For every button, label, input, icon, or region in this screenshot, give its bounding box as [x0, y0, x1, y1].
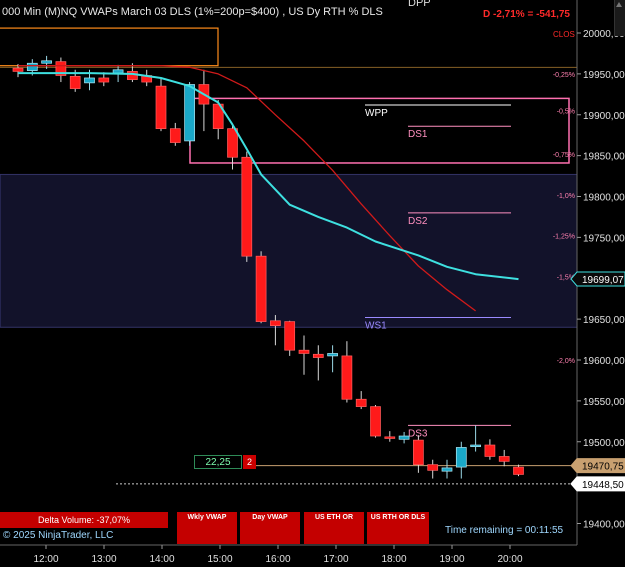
- candle-body: [284, 321, 296, 351]
- candle-body: [384, 436, 396, 439]
- candle-body: [327, 353, 338, 357]
- price-marker-label: 19448,50: [582, 480, 624, 491]
- scroll-up-arrow-icon[interactable]: [616, 2, 622, 7]
- candle-body: [26, 62, 38, 71]
- indicator-badge: 2: [243, 455, 256, 469]
- candle-body: [413, 439, 424, 465]
- close-label: CLOS: [553, 30, 575, 39]
- day-vwap-button[interactable]: Day VWAP: [240, 512, 300, 544]
- time-tick-label: 16:00: [265, 554, 290, 565]
- percent-label: -0,5%: [557, 109, 575, 116]
- copyright-text: © 2025 NinjaTrader, LLC: [3, 530, 114, 541]
- time-remaining: Time remaining = 00:11:55: [445, 525, 564, 536]
- candle-body: [513, 466, 524, 475]
- price-tick-label: 19800,00: [583, 193, 625, 204]
- chart-title: 000 Min (M)NQ VWAPs March 03 DLS (1%=200…: [2, 6, 383, 18]
- delta-volume-label: Delta Volume: -37,07%: [0, 512, 168, 528]
- weekly-vwap-button[interactable]: Wkly VWAP: [177, 512, 237, 544]
- candle-body: [341, 355, 353, 400]
- candle-body: [12, 67, 24, 72]
- candle-body: [127, 71, 138, 80]
- candle-body: [427, 464, 439, 471]
- level-label-ds1: DS1: [408, 129, 428, 140]
- price-tick-label: 19500,00: [583, 438, 625, 449]
- time-tick-label: 15:00: [207, 554, 232, 565]
- price-tick-label: 19950,00: [583, 70, 625, 81]
- candle-body: [355, 398, 367, 407]
- time-tick-label: 17:00: [323, 554, 348, 565]
- time-tick-label: 19:00: [439, 554, 464, 565]
- candle-body: [312, 353, 324, 358]
- time-tick-label: 14:00: [149, 554, 174, 565]
- level-label-ws1: WS1: [365, 320, 387, 331]
- price-tick-label: 19650,00: [583, 315, 625, 326]
- level-label-ds2: DS2: [408, 216, 428, 227]
- time-tick-label: 18:00: [381, 554, 406, 565]
- candle-body: [441, 467, 453, 472]
- daily-pnl: D -2,71% = -541,75: [483, 9, 570, 20]
- candle-body: [84, 77, 95, 84]
- price-tick-label: 19550,00: [583, 397, 625, 408]
- candle-body: [98, 77, 110, 83]
- indicator-value: 22,25: [194, 455, 242, 469]
- candle-body: [155, 85, 167, 129]
- candle-body: [270, 320, 281, 327]
- time-tick-label: 12:00: [33, 554, 58, 565]
- percent-label: -2,0%: [557, 358, 575, 365]
- candle-body: [484, 444, 496, 457]
- price-marker-label: 19470,75: [582, 462, 624, 473]
- candle-body: [112, 69, 124, 74]
- price-tick-label: 19850,00: [583, 152, 625, 163]
- candle-body: [470, 444, 481, 448]
- time-tick-label: 20:00: [497, 554, 522, 565]
- candle-body: [184, 84, 195, 142]
- price-tick-label: 19750,00: [583, 233, 625, 244]
- candle-body: [398, 435, 410, 440]
- weekly-s1-zone: [0, 173, 578, 328]
- percent-label: -1,0%: [557, 193, 575, 200]
- price-tick-label: 19600,00: [583, 356, 625, 367]
- candle-body: [255, 255, 267, 322]
- candle-body: [169, 128, 181, 143]
- price-tick-label: 19400,00: [583, 520, 625, 531]
- candle-body: [41, 60, 52, 64]
- candle-body: [370, 406, 381, 437]
- percent-label: -0,25%: [553, 72, 575, 79]
- us-eth-or-button[interactable]: US ETH OR: [304, 512, 364, 544]
- price-marker-label: 19699,07: [582, 275, 624, 286]
- price-tick-label: 19900,00: [583, 111, 625, 122]
- us-rth-or-dls-button[interactable]: US RTH OR DLS: [367, 512, 429, 544]
- level-label-wpp: WPP: [365, 108, 388, 119]
- time-tick-label: 13:00: [91, 554, 116, 565]
- candle-body: [455, 447, 467, 468]
- candle-body: [498, 456, 510, 462]
- candle-body: [69, 75, 81, 89]
- candle-body: [227, 128, 238, 158]
- candle-body: [298, 349, 310, 354]
- candle-body: [241, 156, 253, 257]
- dpp-label: DPP: [408, 0, 431, 9]
- price-chart[interactable]: WPPDS1DS2WS1DS3 20000,0019950,0019900,00…: [0, 0, 625, 567]
- percent-label: -1,25%: [553, 234, 575, 241]
- percent-label: -0,75%: [553, 152, 575, 159]
